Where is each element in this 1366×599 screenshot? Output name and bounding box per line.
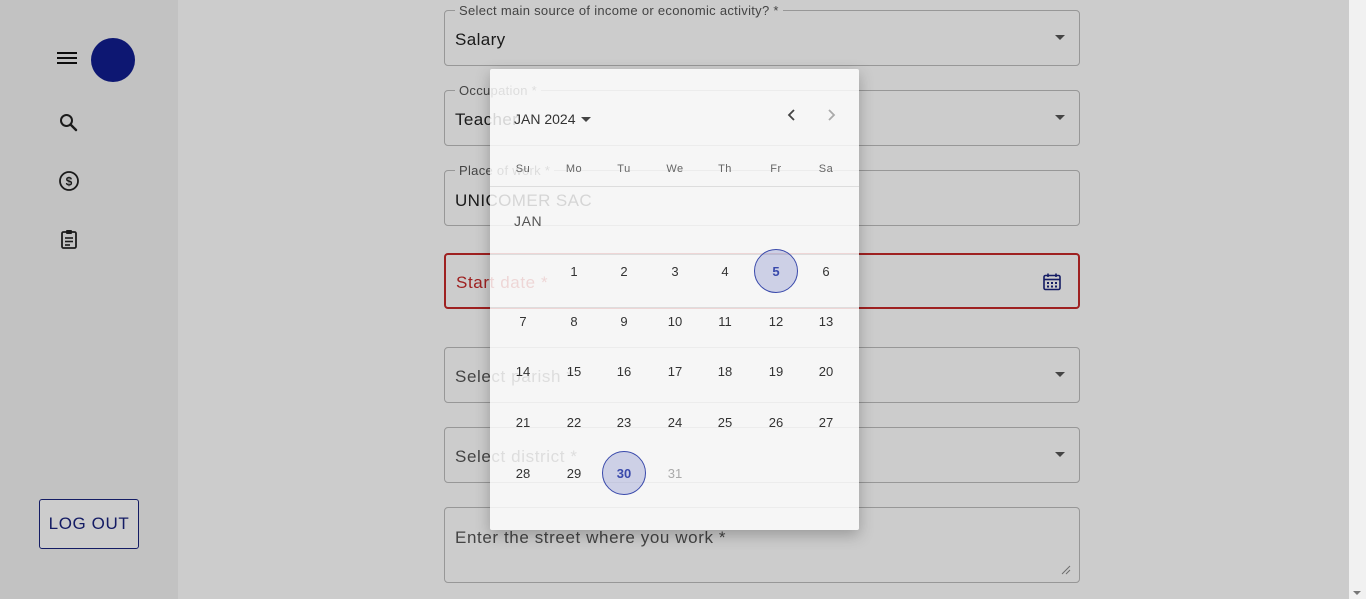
month-year-label: JAN 2024: [514, 111, 576, 127]
day-cell[interactable]: 9: [602, 299, 646, 343]
day-cell[interactable]: 28: [501, 451, 545, 495]
month-year-switch[interactable]: JAN 2024: [514, 111, 592, 127]
day-cell[interactable]: 30: [602, 451, 646, 495]
scrollbar[interactable]: [1349, 0, 1366, 599]
weekday-header: Su Mo Tu We Th Fr Sa: [490, 161, 859, 187]
day-cell[interactable]: 19: [754, 349, 798, 393]
day-cell[interactable]: 24: [653, 400, 697, 444]
weekday-label: Th: [718, 163, 732, 175]
day-cell[interactable]: 25: [703, 400, 747, 444]
day-cell[interactable]: 22: [552, 400, 596, 444]
chevron-right-icon: [828, 109, 836, 121]
day-cell[interactable]: 1: [552, 249, 596, 293]
day-cell[interactable]: 17: [653, 349, 697, 393]
weekday-label: Fr: [770, 163, 782, 175]
weekday-label: Su: [515, 163, 531, 175]
day-cell[interactable]: 16: [602, 349, 646, 393]
day-cell[interactable]: 3: [653, 249, 697, 293]
day-cell[interactable]: 4: [703, 249, 747, 293]
day-cell[interactable]: 8: [552, 299, 596, 343]
day-cell: 31: [667, 465, 683, 481]
day-cell[interactable]: 15: [552, 349, 596, 393]
previous-month-button[interactable]: [778, 101, 806, 129]
day-cell[interactable]: 11: [703, 299, 747, 343]
month-label: JAN: [514, 213, 543, 229]
day-cell[interactable]: 14: [501, 349, 545, 393]
day-cell[interactable]: 12: [754, 299, 798, 343]
chevron-left-icon: [787, 109, 795, 121]
day-cell[interactable]: 5: [754, 249, 798, 293]
day-cell[interactable]: 23: [602, 400, 646, 444]
day-cell[interactable]: 20: [804, 349, 848, 393]
day-cell[interactable]: 6: [804, 249, 848, 293]
weekday-label: We: [666, 163, 684, 175]
day-cell[interactable]: 26: [754, 400, 798, 444]
weekday-label: Mo: [565, 163, 583, 175]
day-cell[interactable]: 10: [653, 299, 697, 343]
day-cell[interactable]: 13: [804, 299, 848, 343]
caret-down-icon: [581, 116, 592, 122]
weekday-label: Tu: [617, 163, 631, 175]
day-cell[interactable]: 27: [804, 400, 848, 444]
day-cell[interactable]: 21: [501, 400, 545, 444]
day-cell[interactable]: 29: [552, 451, 596, 495]
day-cell[interactable]: 18: [703, 349, 747, 393]
date-picker: JAN 2024 Su Mo Tu We Th Fr Sa JAN 1 2 3 4 5 6 7 8 9 10 1…: [490, 69, 859, 530]
weekday-label: Sa: [818, 163, 834, 175]
day-cell[interactable]: 7: [501, 299, 545, 343]
scroll-down-arrow-icon[interactable]: [1353, 591, 1361, 595]
next-month-button[interactable]: [817, 101, 845, 129]
day-cell[interactable]: 2: [602, 249, 646, 293]
